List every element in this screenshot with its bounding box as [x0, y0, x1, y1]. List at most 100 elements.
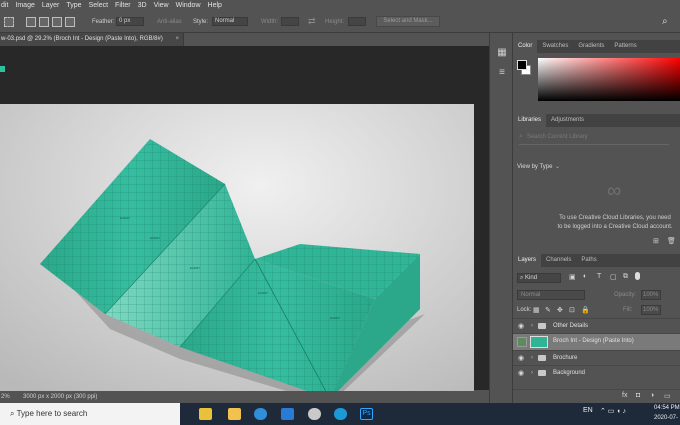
opacity-input[interactable]: 100%: [641, 290, 661, 300]
add-library-icon[interactable]: ⊞: [653, 237, 659, 245]
tab-paths[interactable]: Paths: [576, 254, 601, 267]
add-selection-icon[interactable]: [39, 17, 49, 27]
tab-adjustments[interactable]: Adjustments: [546, 114, 589, 127]
blend-mode-select[interactable]: Normal: [517, 290, 585, 300]
filter-shape-icon[interactable]: ▢: [610, 273, 617, 281]
document-tab[interactable]: w-03.psd @ 29.2% (Broch Int - Design (Pa…: [0, 33, 184, 46]
layer-row[interactable]: ◉ › Other Details: [513, 318, 680, 333]
mockup-label: EVENT: [120, 216, 130, 220]
taskbar-search-box[interactable]: ⌕ Type here to search: [0, 403, 180, 425]
filter-toggle-icon[interactable]: [635, 272, 640, 280]
clock-date[interactable]: 2020-07-: [654, 415, 678, 421]
layer-link-icon[interactable]: [517, 337, 527, 347]
library-search-box[interactable]: ⌕ Search Current Library: [519, 133, 669, 145]
lock-image-icon[interactable]: ✎: [545, 306, 551, 314]
color-picker-field[interactable]: [538, 58, 680, 101]
photoshop-icon[interactable]: Ps: [360, 408, 373, 420]
visibility-eye-icon[interactable]: ◉: [518, 319, 524, 334]
menu-select[interactable]: Select: [89, 2, 108, 9]
menu-help[interactable]: Help: [208, 2, 222, 9]
add-mask-icon[interactable]: ◘: [636, 392, 640, 399]
tab-channels[interactable]: Channels: [541, 254, 576, 267]
menu-view[interactable]: View: [154, 2, 169, 9]
visibility-eye-icon[interactable]: ◉: [518, 366, 524, 381]
cc-login-message: To use Creative Cloud Libraries, you nee…: [557, 215, 673, 230]
fill-label: Fill:: [623, 307, 633, 313]
visibility-eye-icon[interactable]: ◉: [518, 351, 524, 366]
width-input[interactable]: [281, 17, 299, 26]
mockup-label: EVENT: [150, 236, 160, 240]
edge-icon[interactable]: [334, 408, 347, 420]
chevron-right-icon[interactable]: ›: [531, 351, 533, 366]
mail-icon[interactable]: [281, 408, 294, 420]
menu-image[interactable]: Image: [15, 2, 34, 9]
menu-layer[interactable]: Layer: [42, 2, 60, 9]
menu-window[interactable]: Window: [176, 2, 201, 9]
lock-label: Lock:: [517, 307, 532, 313]
tab-gradients[interactable]: Gradients: [573, 40, 609, 53]
history-icon[interactable]: ▦: [496, 47, 508, 59]
height-input[interactable]: [348, 17, 366, 26]
taskbar-search-placeholder: Type here to search: [16, 409, 88, 418]
fx-icon[interactable]: fx: [622, 392, 627, 399]
lock-artboard-icon[interactable]: ⊡: [569, 306, 575, 314]
new-selection-icon[interactable]: [26, 17, 36, 27]
tab-layers[interactable]: Layers: [513, 254, 542, 267]
libraries-panel: ⌕ Search Current Library View by Type ⌄ …: [513, 127, 680, 251]
folder-icon: [538, 323, 546, 329]
tab-color[interactable]: Color: [513, 40, 538, 53]
menu-edit[interactable]: dit: [1, 2, 8, 9]
app-icon[interactable]: [308, 408, 321, 420]
swap-icon[interactable]: ⇄: [308, 16, 316, 27]
store-icon[interactable]: [199, 408, 212, 420]
properties-icon[interactable]: ≡: [496, 67, 508, 79]
file-explorer-icon[interactable]: [228, 408, 241, 420]
menu-type[interactable]: Type: [66, 2, 81, 9]
tab-swatches[interactable]: Swatches: [537, 40, 573, 53]
style-select[interactable]: Normal: [212, 17, 248, 26]
subtract-selection-icon[interactable]: [52, 17, 62, 27]
zoom-status[interactable]: 2%: [1, 391, 10, 403]
filter-adjustment-icon[interactable]: ◐: [583, 273, 587, 280]
menu-filter[interactable]: Filter: [115, 2, 131, 9]
system-tray-icons[interactable]: ⌃ ▭ ◖ ♪: [600, 407, 626, 415]
feather-input[interactable]: 0 px: [116, 17, 144, 26]
chevron-right-icon[interactable]: ›: [531, 366, 533, 381]
antialias-label[interactable]: Anti-alias: [157, 19, 182, 25]
clock-time[interactable]: 04:54 PM: [654, 405, 680, 411]
filter-type-icon[interactable]: T: [597, 273, 601, 280]
menu-3d[interactable]: 3D: [138, 2, 147, 9]
chevron-down-icon[interactable]: ⌄: [555, 163, 560, 170]
document-canvas[interactable]: EVENT EVENT EVENT EVENT EVENT: [0, 104, 474, 425]
language-indicator[interactable]: EN: [583, 407, 593, 414]
search-icon[interactable]: ⌕: [662, 16, 668, 27]
chevron-right-icon[interactable]: ›: [531, 319, 533, 334]
filter-kind-select[interactable]: ⌕ Kind: [517, 273, 561, 283]
lock-all-icon[interactable]: 🔒: [581, 306, 590, 314]
intersect-selection-icon[interactable]: [65, 17, 75, 27]
canvas-workspace[interactable]: EVENT EVENT EVENT EVENT EVENT: [0, 46, 489, 425]
tab-patterns[interactable]: Patterns: [609, 40, 641, 53]
filter-pixel-icon[interactable]: ▣: [569, 273, 576, 281]
layer-name: Other Details: [553, 323, 589, 329]
tab-libraries[interactable]: Libraries: [513, 114, 547, 127]
layer-row[interactable]: ◉ › Brochure: [513, 350, 680, 365]
layer-row[interactable]: ◉ › Background: [513, 365, 680, 380]
new-group-icon[interactable]: ▭: [664, 392, 671, 400]
lock-transparent-icon[interactable]: ▦: [533, 306, 540, 314]
fill-input[interactable]: 100%: [641, 305, 661, 315]
adjustment-layer-icon[interactable]: ◑: [650, 392, 654, 399]
marquee-tool-icon[interactable]: [4, 17, 14, 27]
mockup-label: EVENT: [258, 291, 268, 295]
lock-position-icon[interactable]: ✥: [557, 306, 563, 314]
layer-row[interactable]: Broch Int - Design (Paste Into): [513, 333, 680, 350]
settings-icon[interactable]: [254, 408, 267, 420]
close-tab-icon[interactable]: ×: [175, 33, 179, 46]
delete-icon[interactable]: 🗑: [667, 237, 676, 245]
foreground-color-swatch[interactable]: [517, 60, 527, 70]
layers-panel-tabs: Layers Channels Paths: [513, 254, 680, 267]
view-by-type-dropdown[interactable]: View by Type: [517, 164, 552, 170]
layers-footer: fx ◘ ◑ ▭: [513, 389, 680, 403]
filter-smart-object-icon[interactable]: ⧉: [623, 273, 628, 281]
select-and-mask-button[interactable]: Select and Mask...: [376, 16, 440, 27]
